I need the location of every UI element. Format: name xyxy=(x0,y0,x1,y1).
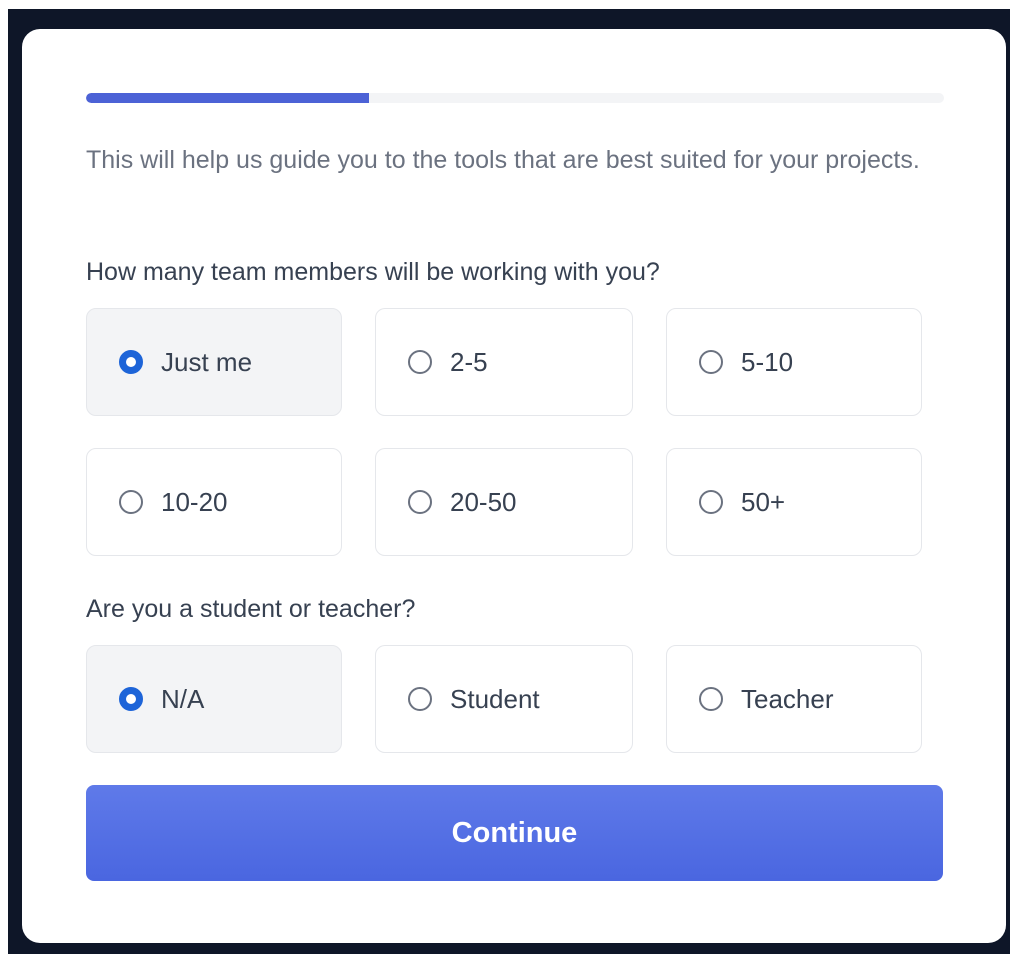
radio-button[interactable] xyxy=(699,687,723,711)
option-label: 5-10 xyxy=(741,346,794,377)
option-label: 20-50 xyxy=(450,486,517,517)
radio-button[interactable] xyxy=(699,350,723,374)
option-label: Just me xyxy=(161,346,253,377)
radio-button[interactable] xyxy=(699,490,723,514)
team-size-option-5-10[interactable]: 5-10 xyxy=(666,308,922,416)
radio-button[interactable] xyxy=(408,490,432,514)
role-option-teacher[interactable]: Teacher xyxy=(666,645,922,753)
progress-bar xyxy=(86,93,944,103)
option-label: N/A xyxy=(161,683,205,714)
option-label: Teacher xyxy=(741,683,834,714)
team-size-option-10-20[interactable]: 10-20 xyxy=(86,448,342,556)
role-question: Are you a student or teacher? xyxy=(86,595,416,623)
role-option-student[interactable]: Student xyxy=(375,645,633,753)
option-label: 2-5 xyxy=(450,346,488,377)
radio-button[interactable] xyxy=(408,350,432,374)
radio-button[interactable] xyxy=(119,687,143,711)
team-size-option-2-5[interactable]: 2-5 xyxy=(375,308,633,416)
option-label: Student xyxy=(450,683,540,714)
team-size-option-50-plus[interactable]: 50+ xyxy=(666,448,922,556)
radio-button[interactable] xyxy=(119,350,143,374)
radio-button[interactable] xyxy=(119,490,143,514)
intro-text: This will help us guide you to the tools… xyxy=(86,146,920,174)
role-options: N/A Student Teacher xyxy=(86,645,922,753)
progress-bar-fill xyxy=(86,93,370,103)
team-size-question: How many team members will be working wi… xyxy=(86,258,660,286)
team-size-options: Just me 2-5 5-10 10-20 20-50 50+ xyxy=(86,308,922,556)
option-label: 10-20 xyxy=(161,486,228,517)
continue-button[interactable]: Continue xyxy=(86,785,943,881)
onboarding-dialog: This will help us guide you to the tools… xyxy=(22,29,1006,943)
team-size-option-just-me[interactable]: Just me xyxy=(86,308,342,416)
radio-button[interactable] xyxy=(408,687,432,711)
team-size-option-20-50[interactable]: 20-50 xyxy=(375,448,633,556)
role-option-na[interactable]: N/A xyxy=(86,645,342,753)
option-label: 50+ xyxy=(741,486,786,517)
